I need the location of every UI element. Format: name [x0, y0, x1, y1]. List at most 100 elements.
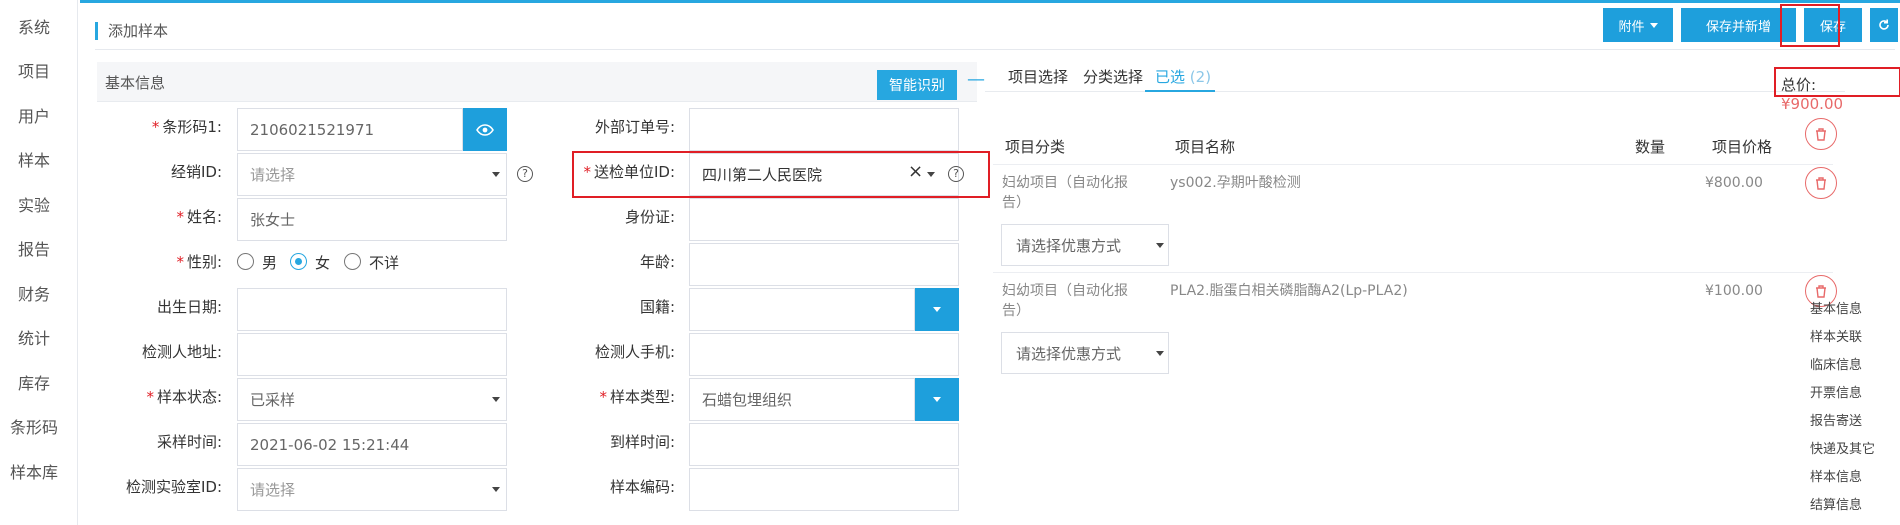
gender-male-label: 男 [262, 254, 278, 272]
gender-radio-male[interactable] [237, 253, 254, 270]
age-input[interactable] [689, 243, 959, 286]
row1-category: 妇幼项目（自动化报 告） [1002, 175, 1128, 211]
header-divider [993, 164, 1833, 165]
row1-price: ¥800.00 [1705, 175, 1763, 191]
attachment-label: 附件 [1618, 19, 1645, 35]
sidebar-item-barcode[interactable]: 条形码 [0, 414, 68, 438]
sidebar-item-user[interactable]: 用户 [0, 103, 68, 127]
sidebar-item-experiment[interactable]: 实验 [0, 192, 68, 216]
sample-status-select[interactable]: 已采样 [237, 378, 507, 421]
items-tabs-bar: 项目选择 分类选择 已选 (2) [985, 62, 1845, 92]
sender-unit-label: * 送检单位ID: [583, 163, 675, 181]
refresh-button[interactable] [1870, 8, 1898, 42]
row1-discount-select[interactable]: 请选择优惠方式 [1001, 224, 1169, 266]
gender-unknown-label: 不详 [369, 254, 400, 272]
refresh-icon [1879, 19, 1889, 30]
delete-all-button[interactable] [1805, 118, 1837, 150]
gender-female-label: 女 [315, 254, 331, 272]
col-header-category: 项目分类 [1005, 138, 1066, 156]
help-icon[interactable]: ? [948, 166, 964, 182]
lab-label: 检测实验室ID: [125, 478, 222, 496]
id-card-input[interactable] [689, 198, 959, 241]
sample-time-label: 采样时间: [156, 433, 222, 451]
anchor-sample-link[interactable]: 样本关联 [1810, 326, 1862, 345]
tab-category-select[interactable]: 分类选择 [1083, 66, 1143, 87]
sidebar-item-project[interactable]: 项目 [0, 58, 68, 82]
anchor-express-other[interactable]: 快递及其它 [1810, 438, 1875, 457]
basic-collapse-button[interactable]: — [967, 69, 985, 90]
barcode-view-button[interactable] [463, 108, 507, 151]
phone-label: 检测人手机: [594, 343, 675, 361]
items-panel: 项目选择 分类选择 已选 (2) 总价:¥900.00 — 项目分类 项目名称 … [985, 62, 1900, 525]
sample-code-input[interactable] [689, 468, 959, 511]
col-header-price: 项目价格 [1712, 138, 1773, 156]
sample-code-label: 样本编码: [609, 478, 675, 496]
tab-selected[interactable]: 已选 (2) [1155, 66, 1211, 87]
trash-icon [1816, 176, 1826, 190]
gender-label: * 性别: [176, 253, 222, 271]
birth-input[interactable] [237, 288, 507, 331]
name-input[interactable]: 张女士 [237, 198, 507, 241]
eye-icon [476, 123, 494, 136]
sidebar-item-report[interactable]: 报告 [0, 236, 68, 260]
total-price: 总价:¥900.00 [1781, 76, 1844, 113]
chevron-down-icon [492, 397, 500, 402]
attachment-button[interactable]: 附件 [1603, 8, 1673, 42]
col-header-quantity: 数量 [1635, 138, 1666, 156]
anchor-invoice-info[interactable]: 开票信息 [1810, 382, 1862, 401]
chevron-down-icon [1156, 243, 1164, 248]
sidebar-item-sample-bank[interactable]: 样本库 [0, 459, 68, 483]
sample-type-dropdown-button[interactable] [915, 378, 959, 421]
chevron-down-icon [933, 397, 941, 402]
basic-info-title: 基本信息 [105, 74, 166, 92]
gender-radio-female[interactable] [290, 253, 307, 270]
anchor-report-delivery[interactable]: 报告寄送 [1810, 410, 1862, 429]
tab-active-underline [1145, 90, 1215, 92]
anchor-basic-info[interactable]: 基本信息 [1810, 298, 1862, 317]
sidebar-item-sample[interactable]: 样本 [0, 147, 68, 171]
basic-info-panel: 基本信息 智能识别 — * 条形码1: 2106021521971 经销ID: 请… [97, 62, 990, 525]
nationality-dropdown-button[interactable] [915, 288, 959, 331]
address-input[interactable] [237, 333, 507, 376]
clear-icon[interactable]: × [908, 161, 923, 182]
chevron-down-icon [933, 307, 941, 312]
sidebar-item-statistics[interactable]: 统计 [0, 325, 68, 349]
barcode-input[interactable]: 2106021521971 [237, 108, 463, 151]
sidebar-item-system[interactable]: 系统 [0, 14, 68, 38]
dealer-select[interactable]: 请选择 [237, 153, 507, 196]
phone-input[interactable] [689, 333, 959, 376]
trash-icon [1816, 127, 1826, 141]
save-and-new-button[interactable]: 保存并新增 [1681, 8, 1796, 42]
sample-type-input[interactable]: 石蜡包埋组织 [689, 378, 915, 421]
row1-delete-button[interactable] [1805, 167, 1837, 199]
sidebar-item-inventory[interactable]: 库存 [0, 370, 68, 394]
trash-icon [1816, 284, 1826, 298]
anchor-clinical-info[interactable]: 临床信息 [1810, 354, 1862, 373]
gender-radio-unknown[interactable] [344, 253, 361, 270]
save-button[interactable]: 保存 [1804, 8, 1862, 42]
sample-status-label: * 样本状态: [146, 388, 222, 406]
chevron-down-icon [1156, 351, 1164, 356]
anchor-sample-info[interactable]: 样本信息 [1810, 466, 1862, 485]
sample-time-input[interactable]: 2021-06-02 15:21:44 [237, 423, 507, 466]
address-label: 检测人地址: [141, 343, 222, 361]
nationality-input[interactable] [689, 288, 915, 331]
arrival-time-label: 到样时间: [609, 433, 675, 451]
lab-select[interactable]: 请选择 [237, 468, 507, 511]
row2-discount-select[interactable]: 请选择优惠方式 [1001, 332, 1169, 374]
sidebar-item-finance[interactable]: 财务 [0, 281, 68, 305]
row1-name: ys002.孕期叶酸检测 [1170, 175, 1301, 191]
name-label: * 姓名: [176, 208, 222, 226]
external-order-input[interactable] [689, 108, 959, 151]
help-icon[interactable]: ? [517, 166, 533, 182]
external-order-label: 外部订单号: [594, 118, 675, 136]
col-header-name: 项目名称 [1175, 138, 1236, 156]
chevron-down-icon [492, 487, 500, 492]
sample-type-label: * 样本类型: [599, 388, 675, 406]
smart-recognition-button[interactable]: 智能识别 [877, 70, 957, 100]
anchor-settlement-info[interactable]: 结算信息 [1810, 494, 1862, 513]
tab-project-select[interactable]: 项目选择 [1008, 66, 1068, 87]
row2-category: 妇幼项目（自动化报 告） [1002, 283, 1128, 319]
chevron-down-icon [927, 172, 935, 177]
arrival-time-input[interactable] [689, 423, 959, 466]
